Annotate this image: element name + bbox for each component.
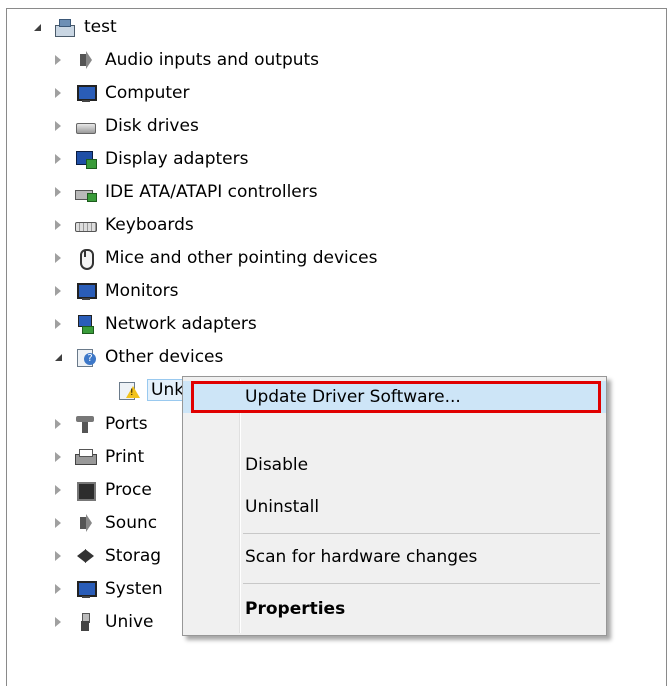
- tree-item-label: Mice and other pointing devices: [105, 248, 378, 268]
- tree-item-label: Print: [105, 447, 145, 467]
- display-adapter-icon: [74, 149, 97, 169]
- tree-item-processors[interactable]: Proce: [51, 476, 152, 504]
- ide-controller-icon: [74, 182, 97, 202]
- disk-drive-icon: [74, 116, 96, 136]
- tree-item-network-adapters[interactable]: Network adapters: [51, 310, 257, 338]
- tree-item-computer[interactable]: Computer: [51, 79, 190, 107]
- system-monitor-icon: [74, 579, 97, 599]
- context-menu: Update Driver Software... Disable Uninst…: [182, 376, 607, 636]
- tree-item-label: IDE ATA/ATAPI controllers: [105, 182, 318, 202]
- printer-icon: [74, 447, 97, 467]
- expand-arrow-icon[interactable]: [51, 185, 65, 199]
- tree-item-label: Computer: [105, 83, 190, 103]
- expand-arrow-icon[interactable]: [51, 86, 65, 100]
- speaker-icon: [74, 513, 96, 533]
- mouse-icon: [74, 248, 96, 270]
- expand-arrow-icon[interactable]: [51, 152, 65, 166]
- tree-item-label: Keyboards: [105, 215, 194, 235]
- tree-item-label: Monitors: [105, 281, 179, 301]
- tree-item-ports[interactable]: Ports: [51, 410, 148, 438]
- tree-item-monitors[interactable]: Monitors: [51, 277, 178, 305]
- usb-icon: [74, 612, 96, 632]
- tree-item-sound[interactable]: Sounc: [51, 509, 157, 537]
- expand-arrow-icon[interactable]: [51, 119, 65, 133]
- tree-item-display-adapters[interactable]: Display adapters: [51, 145, 248, 173]
- tree-item-label: Sounc: [105, 513, 158, 533]
- tree-item-keyboards[interactable]: Keyboards: [51, 211, 194, 239]
- network-adapter-icon: [74, 314, 96, 334]
- monitor-icon: [74, 281, 97, 301]
- tree-item-label: Systen: [105, 579, 163, 599]
- tree-item-label: Audio inputs and outputs: [105, 50, 320, 70]
- port-icon: [74, 414, 96, 434]
- highlight-box: [191, 381, 601, 413]
- tree-item-label: Unive: [105, 612, 154, 632]
- tree-item-mice[interactable]: Mice and other pointing devices: [51, 244, 377, 272]
- unknown-device-warning-icon: [116, 380, 140, 400]
- monitor-icon: [74, 83, 97, 103]
- menu-item-disable[interactable]: Disable: [183, 449, 606, 481]
- menu-separator: [243, 583, 600, 584]
- processor-icon: [74, 480, 96, 501]
- storage-icon: [74, 546, 96, 566]
- speaker-icon: [74, 50, 96, 70]
- expand-arrow-icon[interactable]: [51, 317, 65, 331]
- expand-arrow-icon[interactable]: [51, 350, 65, 364]
- expand-arrow-icon[interactable]: [51, 284, 65, 298]
- menu-item-label: Uninstall: [245, 497, 320, 517]
- tree-item-label: Ports: [105, 414, 148, 434]
- tree-item-label: Other devices: [105, 347, 224, 367]
- menu-item-uninstall[interactable]: Uninstall: [183, 491, 606, 523]
- tree-root-label: test: [84, 17, 117, 37]
- menu-item-scan-hardware[interactable]: Scan for hardware changes: [183, 541, 606, 573]
- expand-arrow-icon[interactable]: [51, 53, 65, 67]
- menu-item-label: Scan for hardware changes: [245, 547, 478, 567]
- keyboard-icon: [74, 215, 97, 235]
- tree-root-test[interactable]: test: [30, 13, 117, 41]
- tree-item-label: Display adapters: [105, 149, 249, 169]
- expand-arrow-icon[interactable]: [51, 516, 65, 530]
- tree-item-ide-controllers[interactable]: IDE ATA/ATAPI controllers: [51, 178, 318, 206]
- computer-root-icon: [53, 17, 75, 37]
- expand-arrow-icon[interactable]: [30, 20, 44, 34]
- menu-item-properties[interactable]: Properties: [183, 593, 606, 625]
- other-devices-icon: [74, 347, 96, 367]
- expand-arrow-icon[interactable]: [51, 417, 65, 431]
- menu-separator: [243, 533, 600, 534]
- tree-item-label: Network adapters: [105, 314, 257, 334]
- expand-arrow-icon[interactable]: [51, 218, 65, 232]
- tree-item-audio[interactable]: Audio inputs and outputs: [51, 46, 319, 74]
- expand-arrow-icon[interactable]: [51, 483, 65, 497]
- expand-arrow-icon[interactable]: [51, 615, 65, 629]
- tree-item-storage[interactable]: Storag: [51, 542, 161, 570]
- tree-item-system[interactable]: Systen: [51, 575, 163, 603]
- expand-arrow-icon[interactable]: [51, 251, 65, 265]
- tree-item-label: Storag: [105, 546, 162, 566]
- tree-item-print[interactable]: Print: [51, 443, 144, 471]
- menu-item-label: Disable: [245, 455, 309, 475]
- tree-item-label: Disk drives: [105, 116, 199, 136]
- tree-item-usb[interactable]: Unive: [51, 608, 153, 636]
- expand-arrow-icon[interactable]: [51, 582, 65, 596]
- menu-item-label: Properties: [245, 599, 346, 619]
- tree-item-other-devices[interactable]: Other devices: [51, 343, 223, 371]
- tree-item-disk-drives[interactable]: Disk drives: [51, 112, 199, 140]
- expand-arrow-icon[interactable]: [51, 450, 65, 464]
- tree-item-label: Proce: [105, 480, 152, 500]
- expand-arrow-icon[interactable]: [51, 549, 65, 563]
